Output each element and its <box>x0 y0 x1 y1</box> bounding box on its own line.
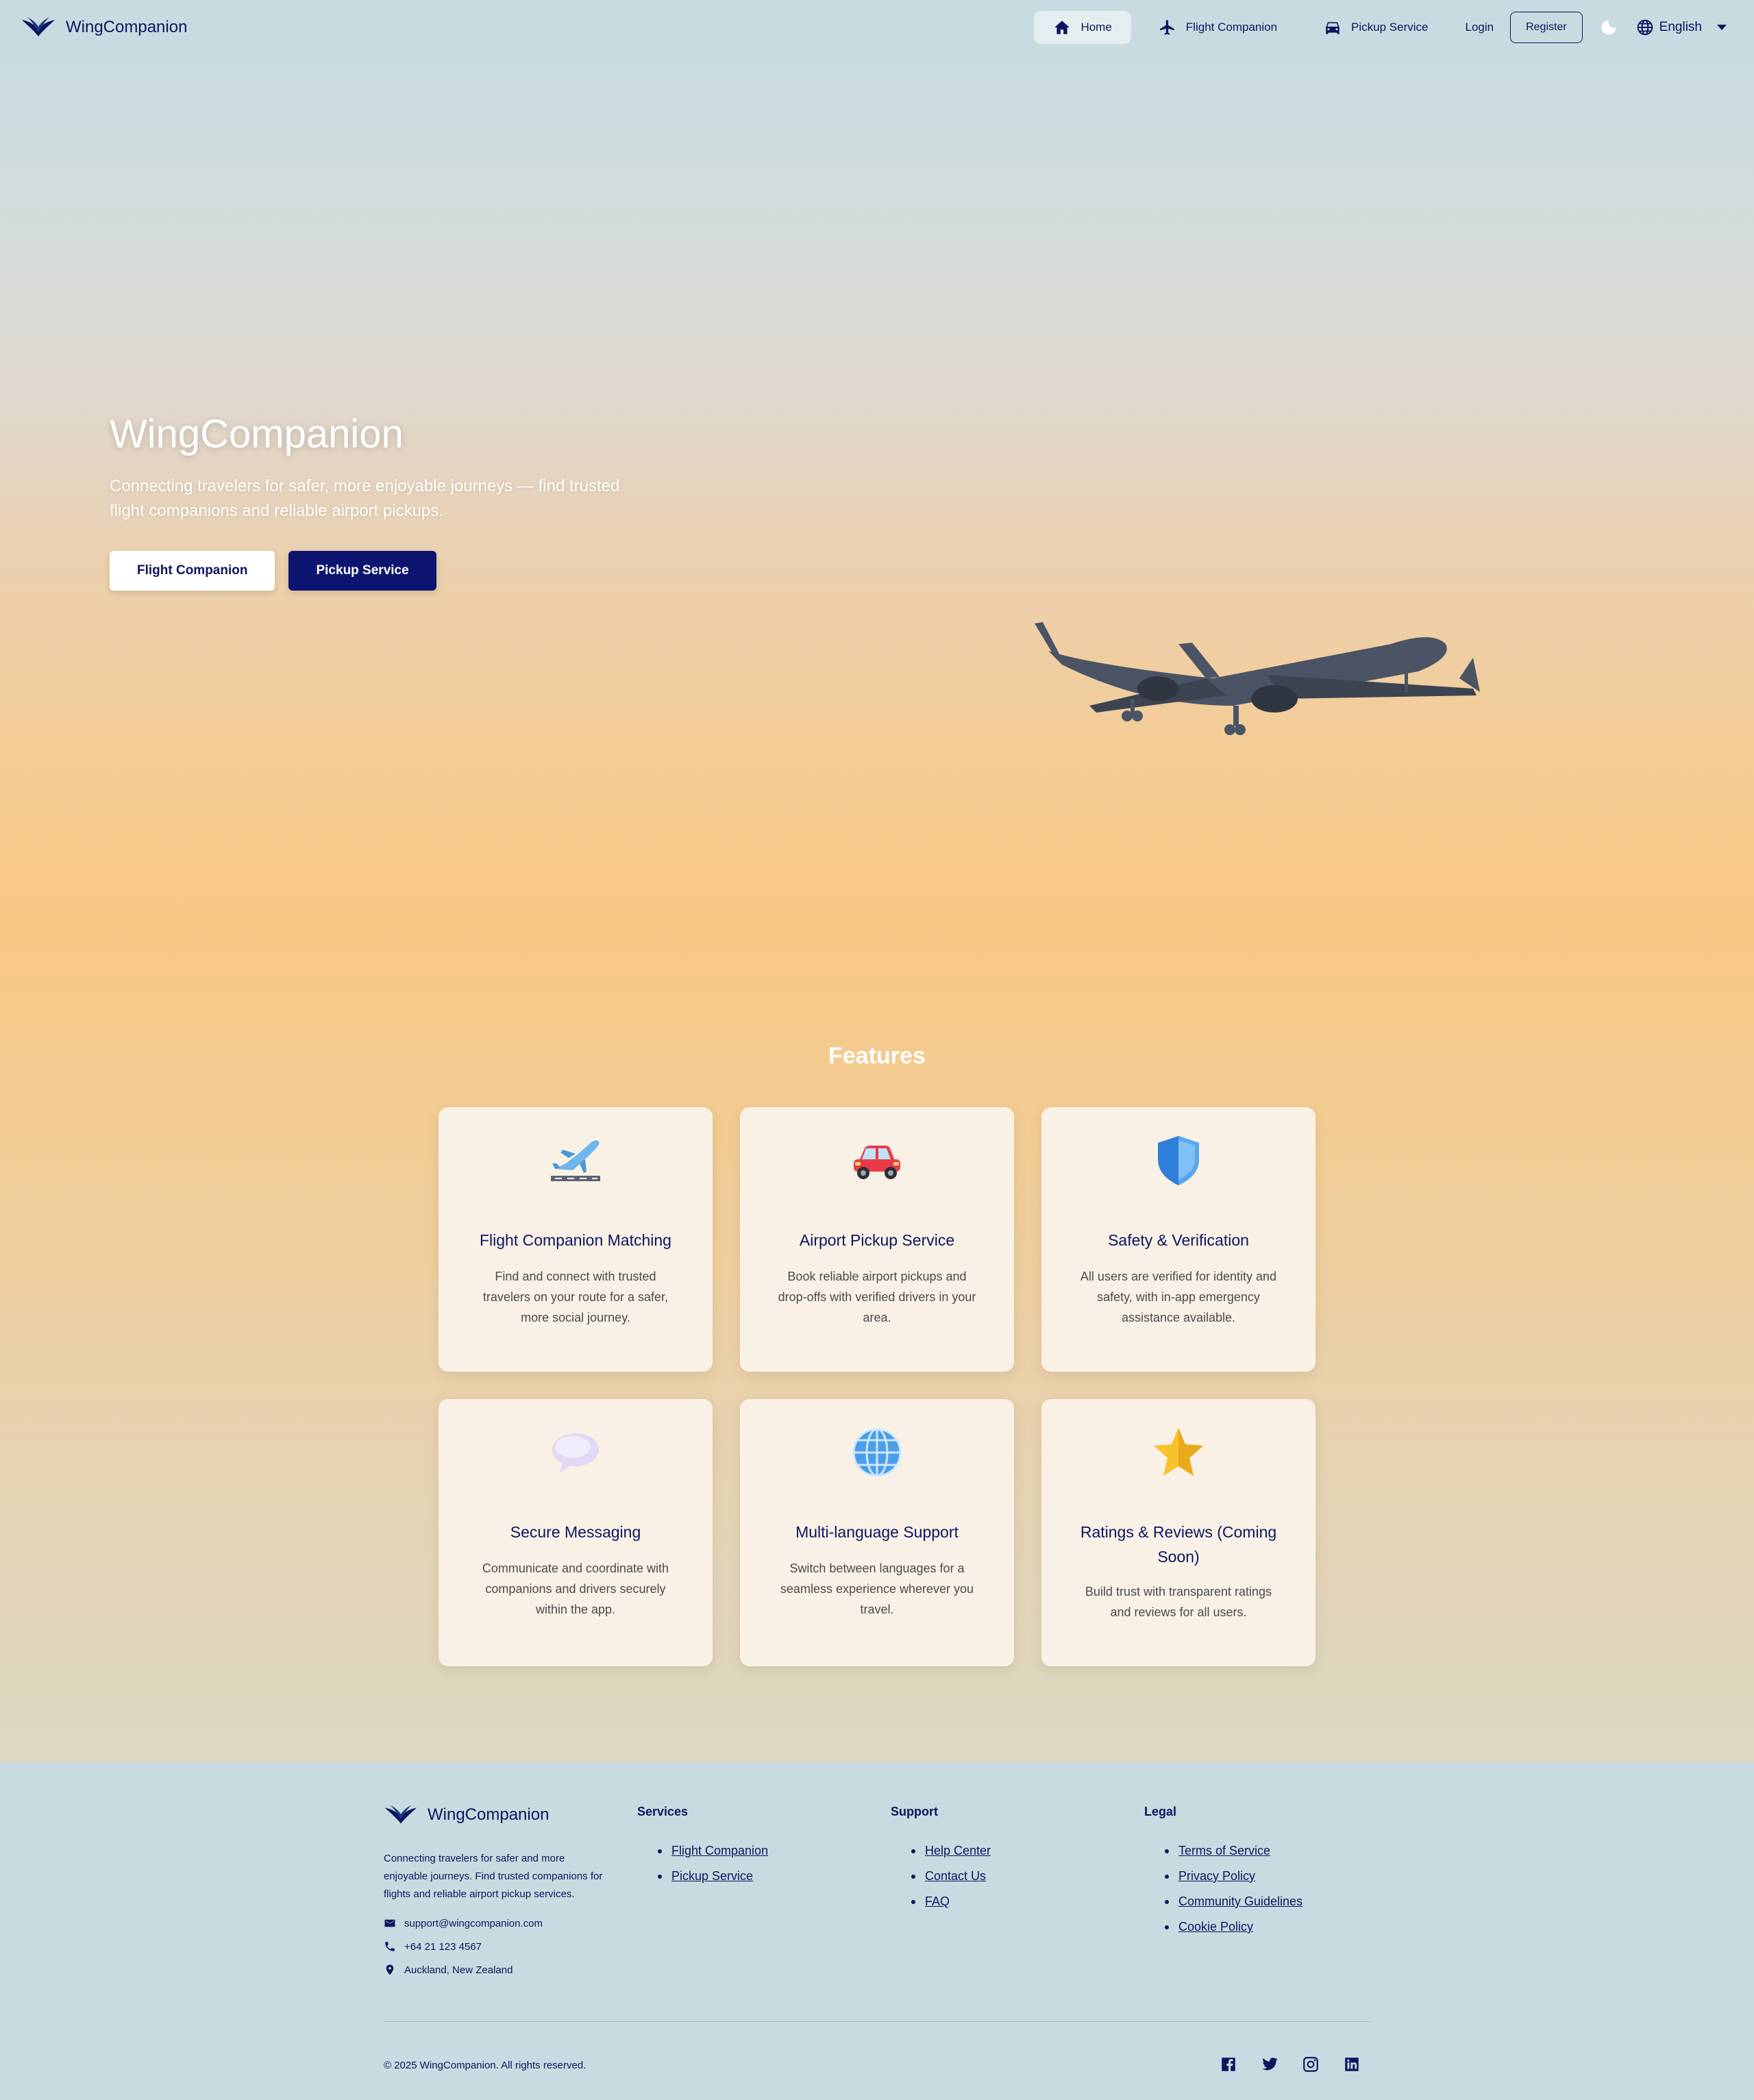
nav-pickup-service[interactable]: Pickup Service <box>1305 11 1447 44</box>
home-icon <box>1054 21 1070 34</box>
footer-link-cookie-policy[interactable]: Cookie Policy <box>1178 1920 1253 1934</box>
language-selector[interactable]: English <box>1636 18 1727 36</box>
feature-title: Ratings & Reviews (Coming Soon) <box>1080 1523 1277 1566</box>
feature-card-multilanguage: Multi-language Support Switch between la… <box>740 1399 1014 1666</box>
feature-card-flight-matching: Flight Companion Matching Find and conne… <box>438 1107 713 1372</box>
nav-home[interactable]: Home <box>1034 11 1131 44</box>
feature-card-safety: Safety & Verification All users are veri… <box>1041 1107 1316 1372</box>
footer-col-support: Support Help Center Contact Us FAQ <box>891 1805 991 1920</box>
footer-col-legal: Legal Terms of Service Privacy Policy Co… <box>1144 1805 1302 1945</box>
footer-phone[interactable]: +64 21 123 4567 <box>384 1940 482 1953</box>
nav-links: Home Flight Companion Pickup Service Log… <box>1034 11 1727 44</box>
footer-link-item: Pickup Service <box>637 1869 768 1883</box>
facebook-icon[interactable] <box>1220 2055 1237 2073</box>
login-link[interactable]: Login <box>1465 21 1494 34</box>
feature-desc: All users are verified for identity and … <box>1080 1270 1277 1324</box>
linkedin-icon[interactable] <box>1343 2055 1361 2073</box>
footer-location: Auckland, New Zealand <box>384 1964 512 1976</box>
hero-buttons: Flight Companion Pickup Service <box>110 551 436 591</box>
nav-flight-companion-label: Flight Companion <box>1185 21 1278 34</box>
nav-home-label: Home <box>1080 21 1112 34</box>
feature-title: Multi-language Support <box>795 1523 959 1541</box>
feature-title: Flight Companion Matching <box>480 1231 671 1249</box>
feature-title: Airport Pickup Service <box>799 1231 955 1249</box>
brand-name: WingCompanion <box>66 18 188 36</box>
chevron-down-icon <box>1717 25 1727 30</box>
globe-icon <box>852 1428 902 1477</box>
feature-title: Secure Messaging <box>510 1523 641 1541</box>
hero-pickup-service-button[interactable]: Pickup Service <box>288 551 436 591</box>
features-section: Features Flight Companion Matching Find … <box>0 925 1754 1762</box>
instagram-icon[interactable] <box>1302 2055 1320 2073</box>
footer-link-item: Privacy Policy <box>1144 1869 1302 1883</box>
twitter-icon[interactable] <box>1261 2055 1279 2073</box>
feature-desc: Switch between languages for a seamless … <box>780 1561 974 1616</box>
footer-link-item: Terms of Service <box>1144 1844 1302 1858</box>
feature-desc: Communicate and coordinate with companio… <box>482 1561 669 1616</box>
footer-brand-name: WingCompanion <box>428 1805 549 1824</box>
footer-email[interactable]: support@wingcompanion.com <box>384 1917 543 1929</box>
footer-col-title: Support <box>891 1805 938 1818</box>
footer-link-faq[interactable]: FAQ <box>925 1894 950 1909</box>
footer-col-title: Services <box>637 1805 689 1818</box>
nav-pickup-service-label: Pickup Service <box>1351 21 1429 34</box>
footer-link-item: Community Guidelines <box>1144 1894 1302 1909</box>
brand-logo[interactable]: WingCompanion <box>21 14 187 41</box>
wing-logo-icon <box>22 17 55 36</box>
footer-col-services: Services Flight Companion Pickup Service <box>637 1805 768 1894</box>
mail-icon <box>384 1919 395 1927</box>
feature-desc: Find and connect with trusted travelers … <box>482 1270 669 1324</box>
airplane-departure-icon <box>551 1140 600 1181</box>
feature-desc: Build trust with transparent ratings and… <box>1085 1585 1272 1619</box>
car-icon <box>1326 22 1339 34</box>
footer-about: Connecting travelers for safer and more … <box>384 1853 603 1900</box>
footer-link-privacy[interactable]: Privacy Policy <box>1178 1869 1255 1883</box>
footer-link-community-guidelines[interactable]: Community Guidelines <box>1178 1894 1302 1909</box>
hero-title: WingCompanion <box>110 412 404 456</box>
social-links <box>1220 2055 1384 2073</box>
footer-link-terms[interactable]: Terms of Service <box>1178 1844 1270 1858</box>
footer-link-item: FAQ <box>891 1894 991 1909</box>
footer-location-text: Auckland, New Zealand <box>404 1964 513 1976</box>
shield-icon <box>1158 1136 1199 1185</box>
footer-link-contact-us[interactable]: Contact Us <box>925 1869 986 1883</box>
hero-flight-companion-button[interactable]: Flight Companion <box>110 551 275 591</box>
footer-link-item: Contact Us <box>891 1869 991 1883</box>
register-button[interactable]: Register <box>1510 12 1583 43</box>
top-navbar: WingCompanion Home Flight Companion Pick… <box>0 0 1754 55</box>
footer-link-item: Help Center <box>891 1844 991 1858</box>
globe-icon <box>1637 19 1653 36</box>
hero-section: WingCompanion Connecting travelers for s… <box>0 0 1754 925</box>
footer-divider <box>384 2021 1370 2022</box>
footer-link-pickup-service[interactable]: Pickup Service <box>671 1869 753 1883</box>
feature-title: Safety & Verification <box>1108 1231 1249 1249</box>
footer-link-item: Flight Companion <box>637 1844 768 1858</box>
footer-link-help-center[interactable]: Help Center <box>925 1844 991 1858</box>
footer-link-item: Cookie Policy <box>1144 1920 1302 1934</box>
footer-brand[interactable]: WingCompanion <box>384 1803 549 1827</box>
feature-card-ratings: Ratings & Reviews (Coming Soon) Build tr… <box>1041 1399 1316 1666</box>
copyright-text: © 2025 WingCompanion. All rights reserve… <box>384 2060 586 2071</box>
speech-bubble-icon <box>552 1433 599 1473</box>
nav-flight-companion[interactable]: Flight Companion <box>1139 11 1296 44</box>
location-pin-icon <box>386 1964 394 1975</box>
airplane-image <box>1035 622 1480 735</box>
dark-mode-toggle-icon[interactable] <box>1599 18 1618 37</box>
airplane-icon <box>1159 20 1174 35</box>
footer-link-flight-companion[interactable]: Flight Companion <box>671 1844 768 1858</box>
features-title: Features <box>828 1043 926 1069</box>
feature-desc: Book reliable airport pickups and drop-o… <box>778 1270 976 1324</box>
footer-phone-text: +64 21 123 4567 <box>404 1940 482 1953</box>
feature-card-airport-pickup: Airport Pickup Service Book reliable air… <box>740 1107 1014 1372</box>
wing-logo-icon <box>384 1805 417 1824</box>
feature-card-messaging: Secure Messaging Communicate and coordin… <box>438 1399 713 1666</box>
car-icon <box>854 1146 900 1179</box>
star-icon <box>1154 1428 1203 1476</box>
language-label: English <box>1659 20 1702 34</box>
footer: WingCompanion Connecting travelers for s… <box>0 1762 1754 2100</box>
footer-col-title: Legal <box>1144 1805 1177 1818</box>
phone-icon <box>385 1942 395 1951</box>
hero-subtitle: Connecting travelers for safer, more enj… <box>110 477 620 520</box>
footer-email-text: support@wingcompanion.com <box>404 1917 543 1929</box>
